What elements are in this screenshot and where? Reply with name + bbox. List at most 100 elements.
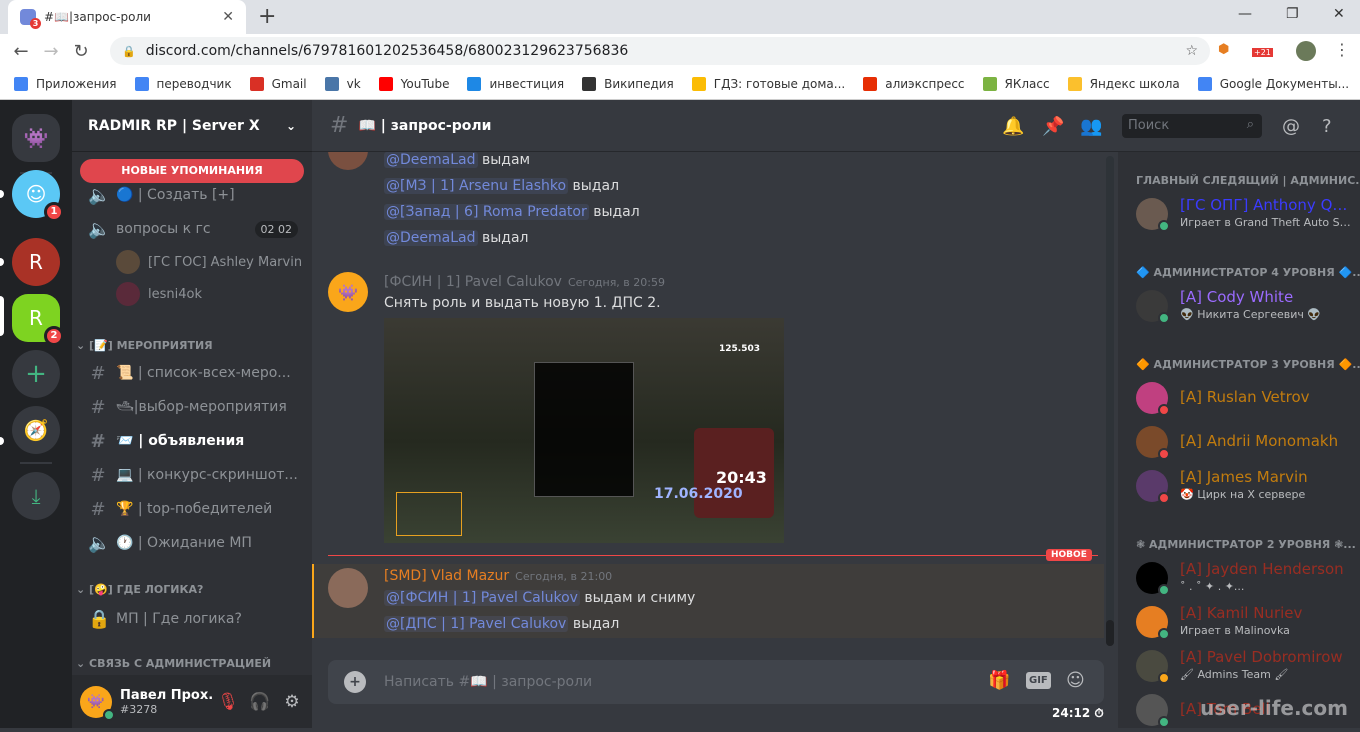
member-item[interactable]: [A] Ruslan Vetrov	[1136, 376, 1356, 420]
mentions-at-icon[interactable]: @	[1282, 116, 1300, 137]
message-scrollbar[interactable]	[1106, 156, 1114, 646]
new-badge: НОВОЕ	[1046, 549, 1092, 561]
bookmark-icon	[691, 76, 706, 91]
user-mention[interactable]: @DeemaLad	[384, 230, 478, 246]
bookmark-icon	[14, 76, 28, 91]
user-mention[interactable]: @DeemaLad	[384, 152, 478, 168]
message-text: @[ФСИН | 1] Pavel Calukov выдам и сниму	[384, 590, 696, 606]
avatar	[116, 250, 140, 274]
channel-voice-questions[interactable]: 🔈 вопросы к гс 02 02	[80, 214, 306, 244]
gift-icon[interactable]: 🎁	[988, 670, 1010, 691]
browser-tab[interactable]: 3 #📖|запрос-роли ✕	[8, 0, 246, 34]
emoji-icon[interactable]: ☺	[1066, 670, 1085, 691]
online-status-icon	[1158, 628, 1170, 640]
member-item[interactable]: [A] Jayden Henderson ˚ . ˚ ✦ . ✦...	[1136, 556, 1356, 600]
reload-icon[interactable]: ↻	[66, 41, 96, 62]
user-mention[interactable]: @[ФСИН | 1] Pavel Calukov	[384, 590, 580, 606]
close-tab-icon[interactable]: ✕	[222, 9, 234, 25]
bookmark-item[interactable]: Яндекс школа	[1067, 76, 1180, 91]
online-status-icon	[103, 708, 115, 721]
pin-icon[interactable]: 📌	[1042, 116, 1064, 137]
close-window-button[interactable]: ✕	[1333, 6, 1345, 22]
search-input[interactable]: Поиск ⌕	[1122, 114, 1262, 138]
bookmark-item[interactable]: Википедия	[582, 76, 674, 91]
channel-item[interactable]: 🔈 🕐 | Ожидание МП	[80, 528, 306, 558]
category-admin-contact[interactable]: ⌄ СВЯЗЬ С АДМИНИСТРАЦИЕЙ	[76, 657, 271, 670]
forward-icon[interactable]: →	[36, 41, 66, 62]
member-item[interactable]: [A] Andrii Monomakh	[1136, 420, 1356, 464]
user-mention[interactable]: @[ДПС | 1] Pavel Calukov	[384, 616, 569, 632]
channel-item[interactable]: # 🛥|выбор-мероприятия	[80, 392, 306, 422]
bell-icon[interactable]: 🔔	[1002, 116, 1024, 137]
image-attachment[interactable]: 125.503 20:43 17.06.2020	[384, 318, 784, 543]
new-tab-button[interactable]: +	[258, 4, 276, 29]
voice-user[interactable]: [ГС ГОС] Ashley Marvin	[116, 250, 302, 274]
channel-item[interactable]: # 📜 | список-всех-меро...	[80, 358, 306, 388]
bookmark-item[interactable]: алиэкспресс	[863, 76, 965, 91]
gif-button[interactable]: GIF	[1026, 672, 1051, 689]
avatar[interactable]: 👾	[80, 685, 115, 721]
bookmark-item[interactable]: vk	[324, 76, 361, 91]
bookmark-item[interactable]: Gmail	[249, 76, 307, 91]
maximize-button[interactable]: ❐	[1286, 6, 1299, 22]
channel-sidebar: RADMIR RP | Server X ⌄ 🔈 🔵 | Создать [+] 🔈…	[0, 100, 312, 728]
extension-icon[interactable]: ⬢	[1218, 42, 1229, 57]
channel-item[interactable]: # 💻 | конкурс-скриншот...	[80, 460, 306, 490]
user-mention[interactable]: @[МЗ | 1] Arsenu Elashko	[384, 178, 569, 194]
server-icon-2[interactable]: R	[12, 238, 60, 286]
avatar[interactable]: 👾	[328, 272, 368, 312]
bookmark-item[interactable]: ГДЗ: готовые дома...	[691, 76, 845, 91]
channel-voice-create[interactable]: 🔈 🔵 | Создать [+]	[80, 180, 306, 210]
channel-item[interactable]: # 📨 | объявления	[80, 426, 306, 456]
stats-dialog-in-image	[534, 362, 634, 497]
home-button[interactable]: 👾	[12, 114, 60, 162]
members-icon[interactable]: 👥	[1080, 116, 1102, 137]
new-mentions-button[interactable]: НОВЫЕ УПОМИНАНИЯ	[80, 159, 304, 183]
avatar[interactable]	[328, 568, 368, 608]
category-logic[interactable]: ⌄ [🤪] ГДЕ ЛОГИКА?	[76, 583, 203, 596]
bookmark-item[interactable]: ЯКласс	[982, 76, 1050, 91]
download-apps-button[interactable]: ⤓	[12, 472, 60, 520]
divider	[20, 462, 52, 464]
timestamp: Сегодня, в 20:59	[567, 276, 665, 289]
bookmark-star-icon[interactable]: ☆	[1185, 43, 1198, 59]
back-icon[interactable]: ←	[6, 41, 36, 62]
member-item[interactable]: [A] Pavel Dobromirow 🖌 Admins Team 🖌	[1136, 644, 1356, 688]
channel-locked-logic[interactable]: 🔒 МП | Где логика?	[80, 604, 306, 634]
discord-favicon-icon: 3	[20, 9, 41, 29]
bookmark-item[interactable]: YouTube	[378, 76, 449, 91]
headphones-icon[interactable]: 🎧	[244, 692, 276, 712]
category-events[interactable]: ⌄ [📝] МЕРОПРИЯТИЯ	[76, 339, 213, 352]
channel-item[interactable]: # 🏆 | top-победителей	[80, 494, 306, 524]
member-item[interactable]: [ГС ОПГ] Anthony Qu... Играет в Grand The…	[1136, 192, 1356, 236]
help-icon[interactable]: ?	[1322, 116, 1332, 137]
upload-plus-icon[interactable]: +	[344, 671, 366, 693]
mute-mic-icon[interactable]: 🎙	[212, 692, 244, 712]
scrollbar-thumb[interactable]	[1106, 620, 1114, 646]
bookmark-item[interactable]: Приложения	[14, 76, 117, 91]
message-input[interactable]: + Написать #📖 | запрос-роли 🎁 GIF ☺	[328, 660, 1104, 704]
explore-servers-button[interactable]: 🧭	[12, 406, 60, 454]
url-field[interactable]: 🔒 discord.com/channels/679781601202536458…	[110, 37, 1210, 65]
settings-gear-icon[interactable]: ⚙	[276, 692, 308, 712]
member-item[interactable]: [A] Kamil Nuriev Играет в Malinovka	[1136, 600, 1356, 644]
search-icon: ⌕	[1246, 117, 1254, 132]
menu-icon[interactable]: ⋮	[1334, 40, 1350, 59]
member-list: ГЛАВНЫЙ СЛЕДЯЩИЙ | АДМИНИС... [ГС ОПГ] An…	[1118, 152, 1360, 728]
user-mention[interactable]: @[Запад | 6] Roma Predator	[384, 204, 589, 220]
bookmark-item[interactable]: Google Документы...	[1197, 76, 1349, 91]
guild-header[interactable]: RADMIR RP | Server X ⌄	[72, 100, 312, 152]
member-item[interactable]: [A] Cody White 👽 Никита Сергеевич 👽	[1136, 284, 1356, 328]
profile-avatar[interactable]	[1296, 41, 1316, 61]
timer: 24:12 ⏱	[1052, 706, 1104, 720]
message-author: [ФСИН | 1] Pavel Calukov Сегодня, в 20:59	[384, 274, 665, 290]
server-icon-radmir[interactable]: R2	[12, 294, 64, 346]
tab-title: #📖|запрос-роли	[44, 10, 151, 24]
add-server-button[interactable]: +	[12, 350, 60, 398]
member-item[interactable]: [A] James Marvin 🤡 Цирк на X сервере	[1136, 464, 1356, 508]
server-icon-1[interactable]: ☺ 1	[12, 170, 64, 222]
bookmark-item[interactable]: инвестиция	[467, 76, 564, 91]
bookmark-item[interactable]: переводчик	[134, 76, 232, 91]
voice-user[interactable]: lesni4ok	[116, 282, 202, 306]
minimize-button[interactable]: —	[1238, 6, 1252, 22]
